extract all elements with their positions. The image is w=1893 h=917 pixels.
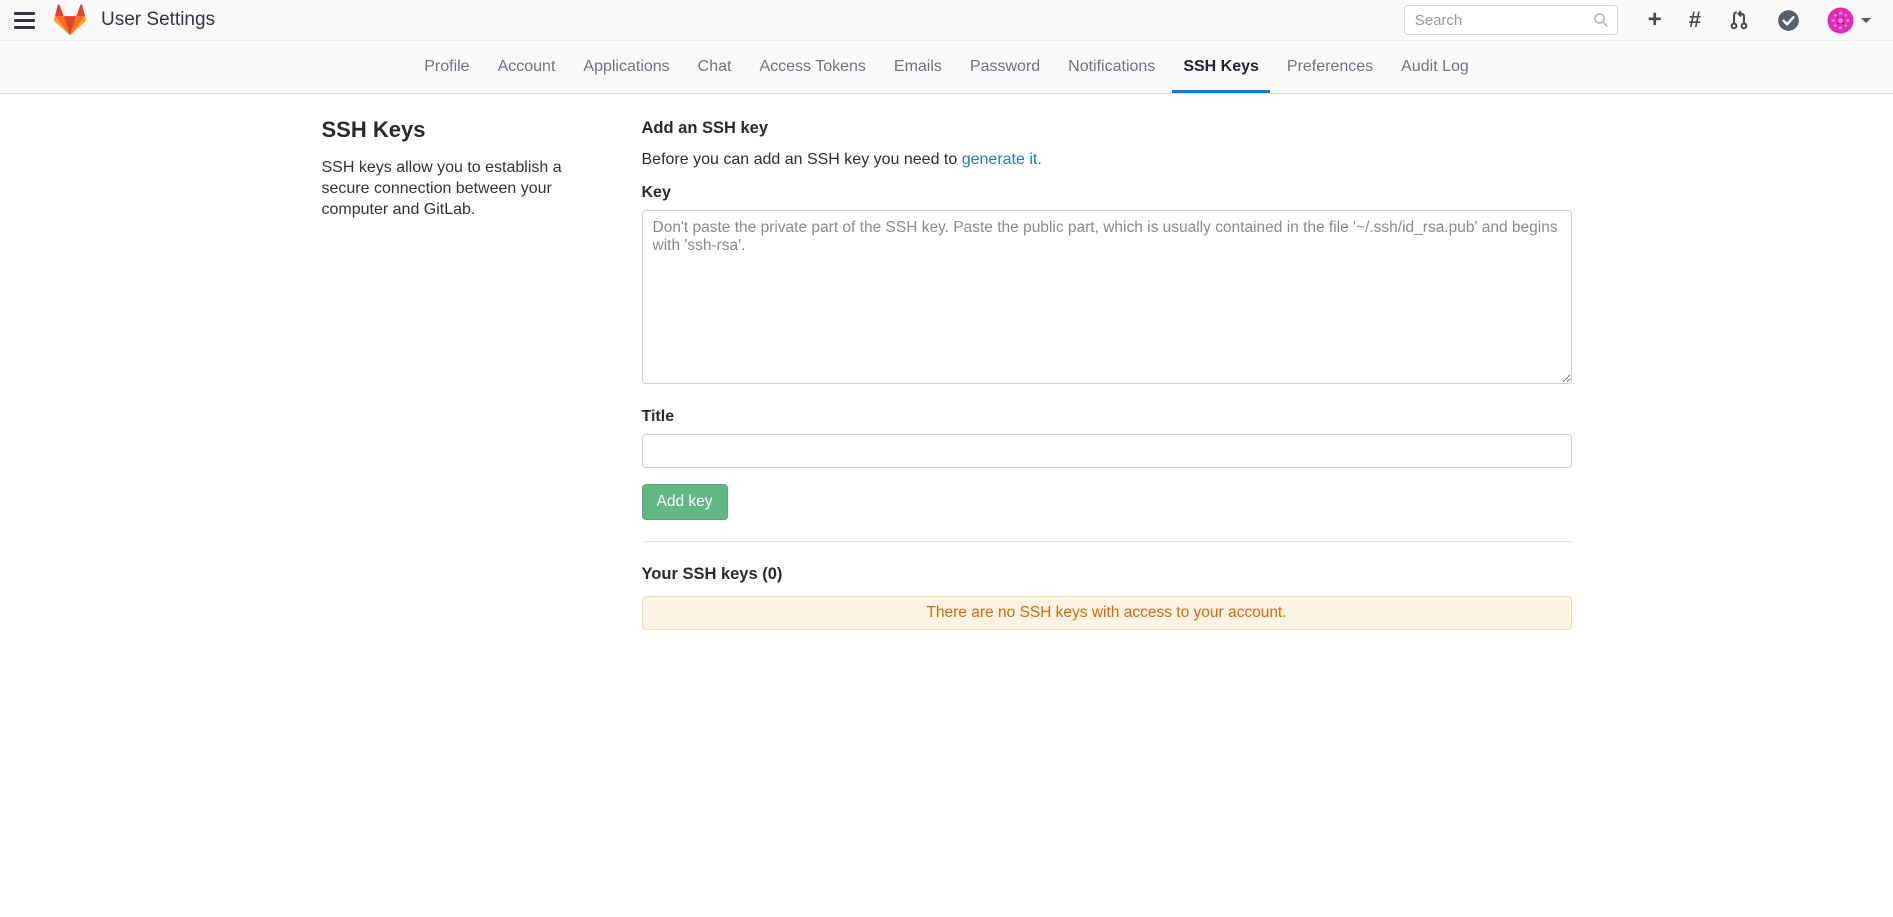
top-navbar: User Settings + # xyxy=(0,0,1893,41)
search-icon xyxy=(1593,12,1609,33)
ssh-key-textarea[interactable] xyxy=(642,210,1572,384)
main-content: SSH Keys SSH keys allow you to establish… xyxy=(322,94,1572,630)
tab-applications[interactable]: Applications xyxy=(572,41,680,93)
tab-account[interactable]: Account xyxy=(487,41,567,93)
key-title-input[interactable] xyxy=(642,434,1572,468)
ssh-key-form-column: Add an SSH key Before you can add an SSH… xyxy=(642,110,1572,630)
empty-keys-alert: There are no SSH keys with access to you… xyxy=(642,596,1572,630)
page-title: User Settings xyxy=(101,9,215,31)
add-ssh-key-heading: Add an SSH key xyxy=(642,119,1572,138)
issues-hash-icon[interactable]: # xyxy=(1689,9,1701,31)
merge-requests-icon[interactable] xyxy=(1728,9,1750,31)
tab-chat[interactable]: Chat xyxy=(687,41,743,93)
avatar[interactable] xyxy=(1827,7,1854,34)
title-label: Title xyxy=(642,408,1572,426)
your-ssh-keys-heading: Your SSH keys (0) xyxy=(642,565,1572,584)
settings-tabs: Profile Account Applications Chat Access… xyxy=(0,41,1893,94)
tab-ssh-keys[interactable]: SSH Keys xyxy=(1172,41,1270,93)
new-plus-icon[interactable]: + xyxy=(1648,8,1662,32)
key-label: Key xyxy=(642,184,1572,202)
tab-audit-log[interactable]: Audit Log xyxy=(1390,41,1480,93)
hamburger-menu-icon[interactable] xyxy=(8,6,41,35)
search-input[interactable] xyxy=(1404,5,1618,35)
tab-notifications[interactable]: Notifications xyxy=(1057,41,1166,93)
section-divider xyxy=(642,541,1572,542)
tab-profile[interactable]: Profile xyxy=(413,41,480,93)
caret-down-icon xyxy=(1861,18,1871,23)
tab-preferences[interactable]: Preferences xyxy=(1276,41,1384,93)
tab-password[interactable]: Password xyxy=(959,41,1051,93)
generate-key-hint: Before you can add an SSH key you need t… xyxy=(642,151,1572,169)
tab-access-tokens[interactable]: Access Tokens xyxy=(748,41,876,93)
tab-emails[interactable]: Emails xyxy=(883,41,953,93)
section-description: SSH Keys SSH keys allow you to establish… xyxy=(322,110,642,630)
section-heading: SSH Keys xyxy=(322,117,602,143)
gitlab-logo[interactable] xyxy=(53,4,87,37)
todos-check-icon[interactable] xyxy=(1777,9,1800,32)
section-description-text: SSH keys allow you to establish a secure… xyxy=(322,157,602,220)
hint-text: Before you can add an SSH key you need t… xyxy=(642,151,958,168)
user-menu[interactable] xyxy=(1827,7,1871,34)
page-header: User Settings + # xyxy=(0,0,1893,94)
add-key-button[interactable]: Add key xyxy=(642,484,728,520)
generate-it-link[interactable]: generate it. xyxy=(962,151,1042,168)
